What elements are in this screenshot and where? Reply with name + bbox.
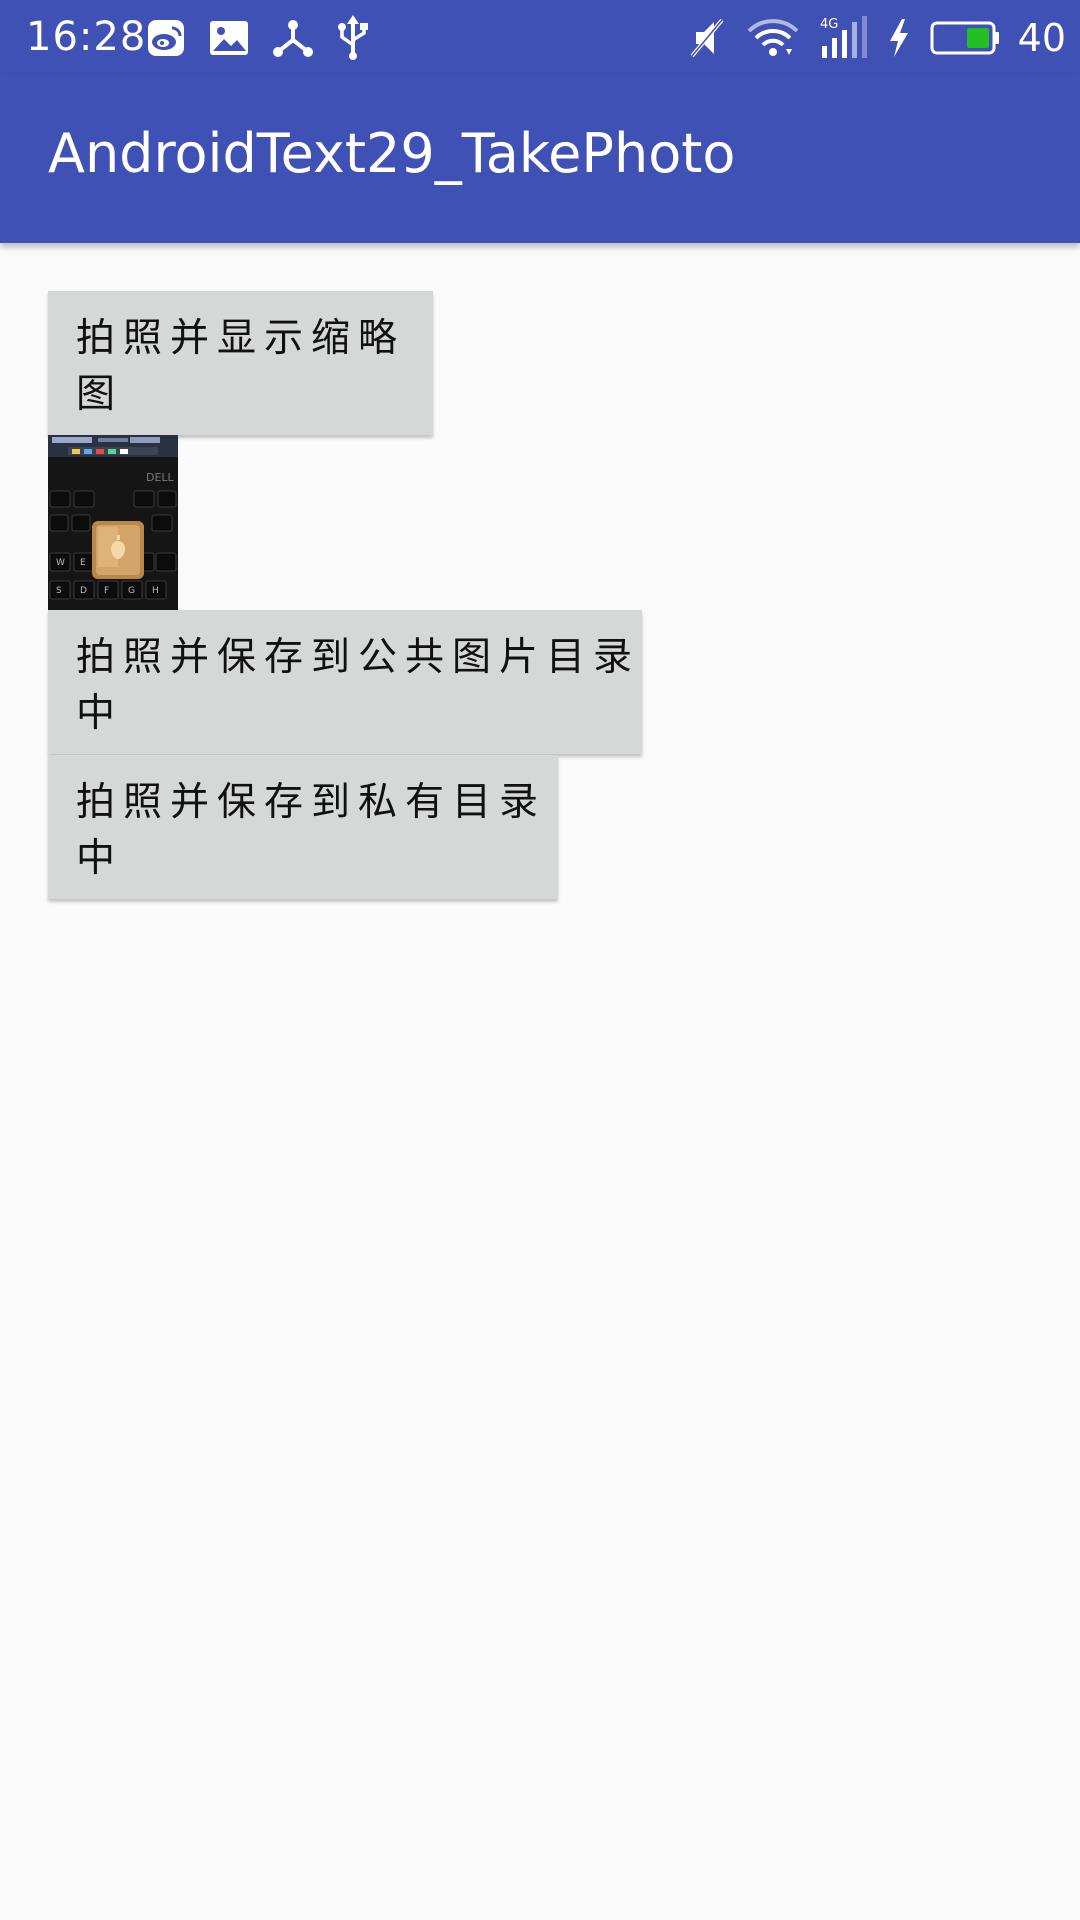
app-title: AndroidText29_TakePhoto: [48, 122, 736, 185]
key-f: F: [104, 586, 109, 596]
wifi-icon: [746, 17, 800, 59]
dell-logo-text: DELL: [146, 471, 175, 484]
key-w: W: [56, 558, 65, 568]
status-time: 16:28: [26, 14, 147, 60]
screen: 16:28 4G 40 AndroidText29_TakePhoto 拍照并显…: [0, 0, 1080, 1920]
status-icons-right: 4G 40: [688, 12, 1066, 64]
key-h: H: [152, 586, 159, 596]
weibo-icon: [146, 18, 186, 58]
share-icon: [272, 18, 314, 58]
status-icons-left: [146, 14, 370, 62]
usb-icon: [336, 15, 370, 61]
key-d: D: [80, 586, 87, 596]
svg-text:4G: 4G: [820, 17, 838, 32]
key-g: G: [128, 586, 135, 596]
battery-level: 40: [1017, 16, 1066, 60]
key-e: E: [80, 558, 86, 568]
battery-icon: [930, 20, 1000, 56]
photo-thumbnail: DELL W E S D F G H: [48, 435, 178, 610]
take-photo-private-dir-button[interactable]: 拍照并保存到私有目录中: [48, 755, 558, 899]
toolbar: AndroidText29_TakePhoto: [0, 75, 1080, 243]
image-icon: [208, 19, 250, 57]
take-photo-thumbnail-button[interactable]: 拍照并显示缩略图: [48, 291, 433, 435]
status-bar: 16:28 4G 40: [0, 0, 1080, 75]
signal-4g-icon: 4G: [818, 16, 868, 60]
charging-icon: [886, 17, 912, 59]
mute-icon: [688, 16, 728, 60]
key-s: S: [56, 586, 62, 596]
take-photo-public-dir-button[interactable]: 拍照并保存到公共图片目录中: [48, 610, 642, 754]
